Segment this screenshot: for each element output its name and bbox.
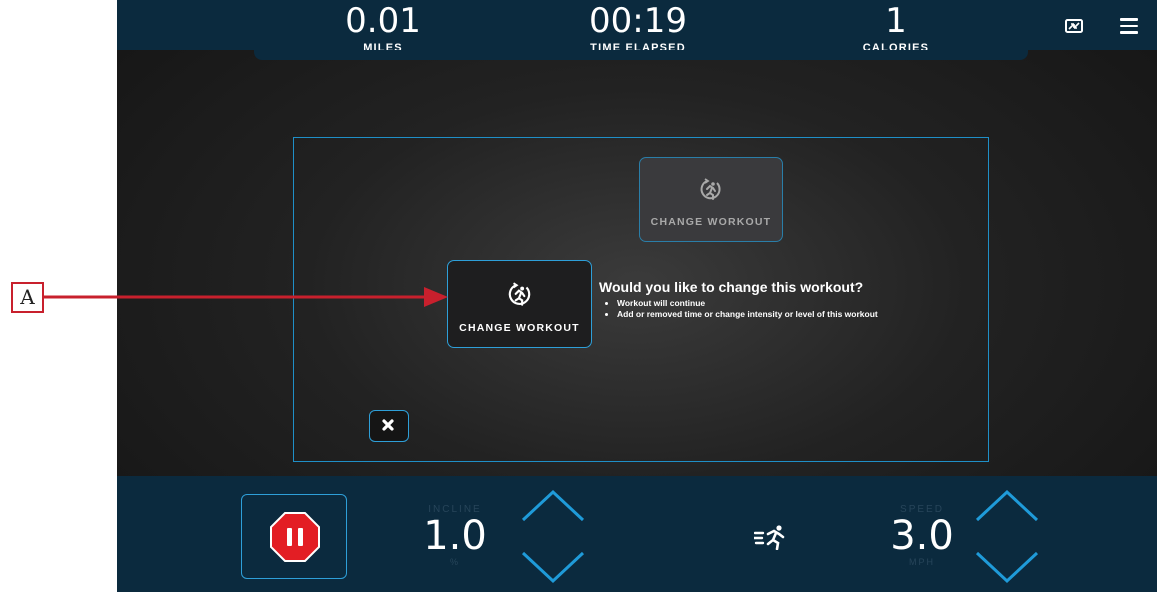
change-workout-icon xyxy=(508,282,530,306)
close-icon xyxy=(382,419,394,431)
change-workout-ghost-label: CHANGE WORKOUT xyxy=(650,216,772,228)
time-elapsed-stat: 00:19 TIME ELAPSED xyxy=(573,4,703,54)
control-bar: INCLINE 1.0 % SPEED 3.0 MPH xyxy=(117,476,1157,592)
change-workout-button[interactable]: CHANGE WORKOUT xyxy=(447,260,592,348)
calories-value: 1 xyxy=(885,1,907,41)
menu-bar-line xyxy=(1120,24,1138,27)
incline-readout: INCLINE 1.0 % xyxy=(414,504,496,567)
callout-label-a: A xyxy=(11,282,44,313)
speed-down-icon[interactable] xyxy=(974,549,1040,585)
speed-unit: MPH xyxy=(909,557,935,567)
speed-up-icon[interactable] xyxy=(974,488,1040,524)
prompt-bullets: Workout will continue Add or removed tim… xyxy=(599,298,878,320)
time-elapsed-value: 00:19 xyxy=(589,1,687,41)
prompt-bullet: Add or removed time or change intensity … xyxy=(617,309,878,320)
change-workout-card-ghost[interactable]: CHANGE WORKOUT xyxy=(639,157,783,242)
callout-arrow xyxy=(44,287,448,307)
menu-bar-line xyxy=(1120,18,1138,21)
speed-value: 3.0 xyxy=(890,513,954,559)
calories-stat: 1 CALORIES xyxy=(851,4,941,54)
incline-up-icon[interactable] xyxy=(520,488,586,524)
change-workout-prompt: Would you like to change this workout? W… xyxy=(599,279,878,320)
close-dialog-button[interactable] xyxy=(369,410,409,442)
prompt-bullet: Workout will continue xyxy=(617,298,878,309)
incline-value: 1.0 xyxy=(423,513,487,559)
prompt-title: Would you like to change this workout? xyxy=(599,279,864,295)
change-workout-icon xyxy=(700,178,721,200)
speed-readout: SPEED 3.0 MPH xyxy=(874,504,970,567)
menu-bar-line xyxy=(1120,31,1138,34)
running-speed-icon xyxy=(754,525,785,550)
incline-down-icon[interactable] xyxy=(520,549,586,585)
pause-stop-icon xyxy=(270,512,320,562)
change-workout-label: CHANGE WORKOUT xyxy=(459,322,580,334)
menu-icon[interactable] xyxy=(1120,18,1140,36)
screen-swap-icon[interactable] xyxy=(1065,18,1085,36)
pause-button[interactable] xyxy=(241,494,347,579)
